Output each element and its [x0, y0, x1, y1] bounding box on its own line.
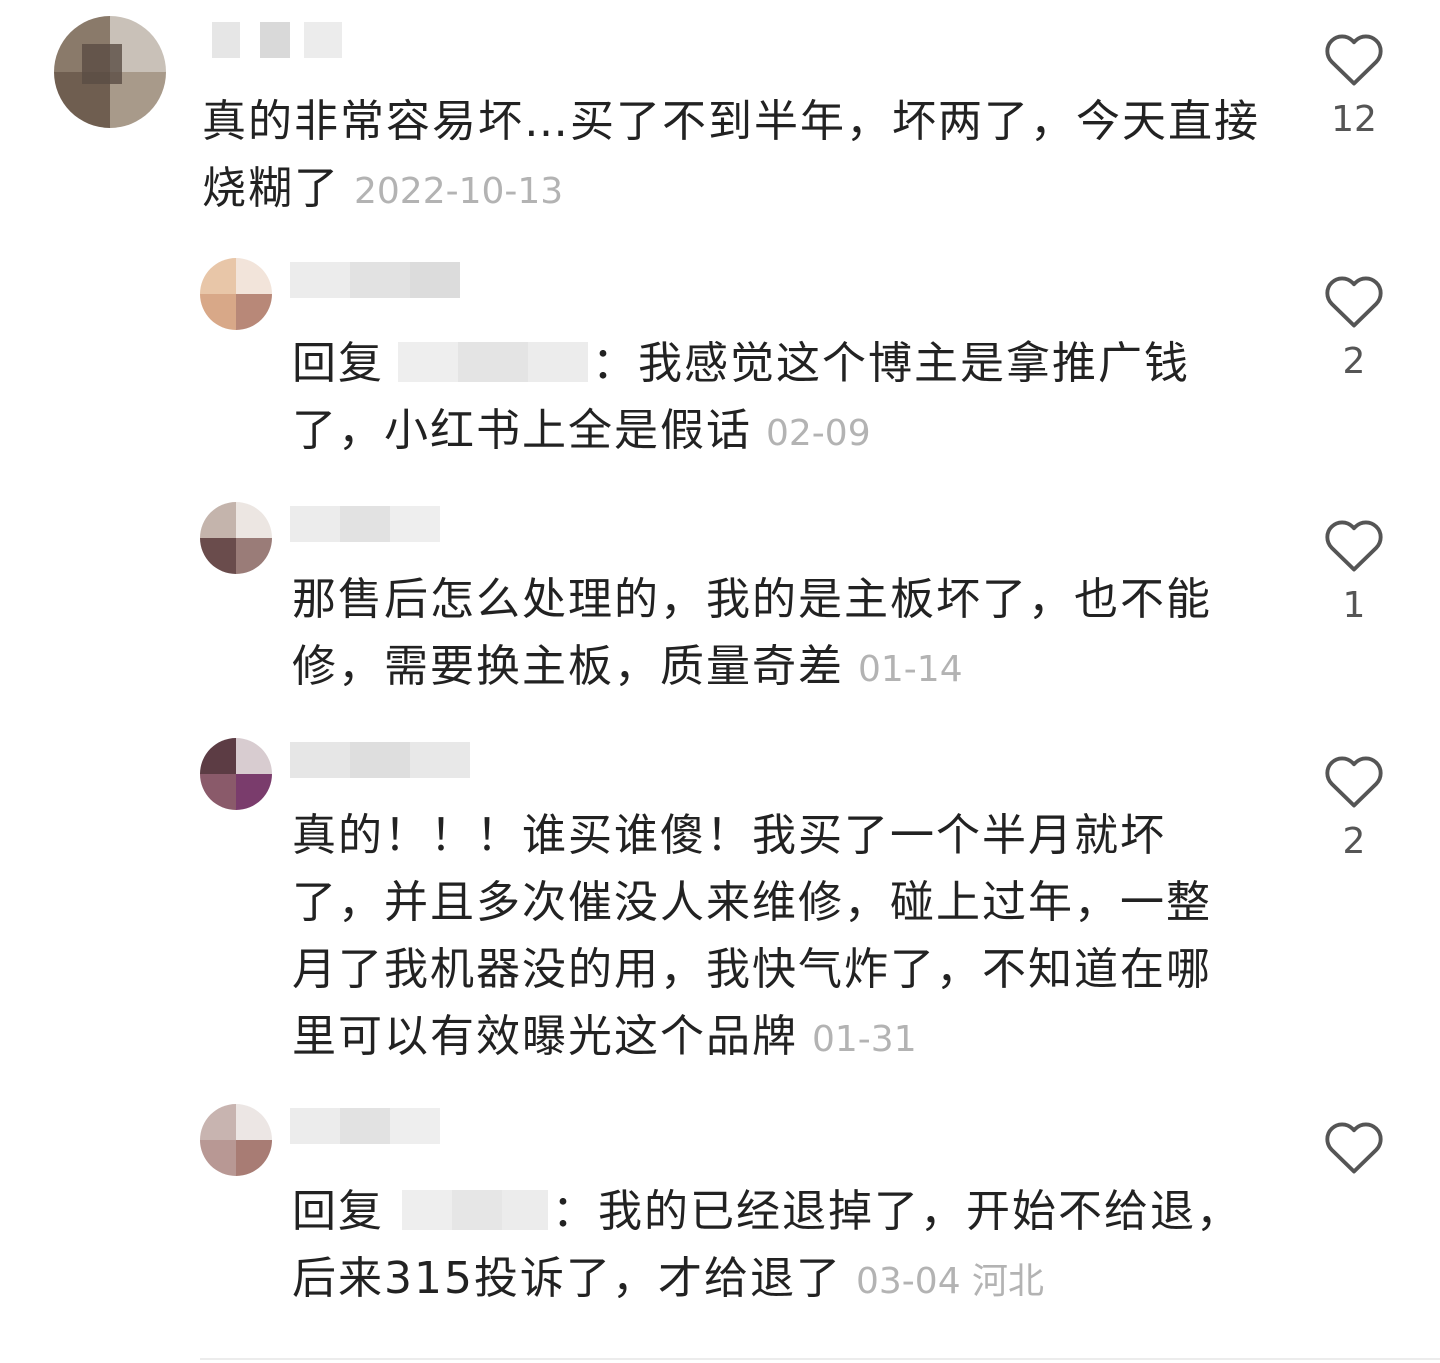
reply-prefix: 回复 — [292, 1186, 384, 1237]
comment-meta: 03-04 河北 — [856, 1261, 1044, 1302]
comment-body: 那售后怎么处理的，我的是主板坏了，也不能修，需要换主板，质量奇差 — [292, 574, 1212, 692]
like-button[interactable] — [1314, 1118, 1394, 1186]
avatar[interactable] — [200, 1104, 272, 1176]
reply-colon: ： — [592, 338, 638, 389]
reply-prefix: 回复 — [292, 338, 384, 389]
comment-text: 真的！！！谁买谁傻！我买了一个半月就坏了，并且多次催没人来维修，碰上过年，一整月… — [292, 802, 1252, 1073]
comment-item: 真的！！！谁买谁傻！我买了一个半月就坏了，并且多次催没人来维修，碰上过年，一整月… — [0, 730, 1440, 1090]
username-blurred[interactable] — [290, 262, 460, 298]
comment-text: 回复 ：我感觉这个博主是拿推广钱了，小红书上全是假话 02-09 — [292, 330, 1252, 467]
like-button[interactable]: 2 — [1314, 272, 1394, 384]
comment-date: 2022-10-13 — [354, 171, 564, 212]
comment-date: 02-09 — [766, 413, 871, 454]
like-count: 12 — [1331, 99, 1377, 140]
reply-target-blurred[interactable] — [388, 1190, 548, 1230]
comment-item: 回复 ：我的已经退掉了，开始不给退，后来315投诉了，才给退了 03-04 河北 — [0, 1096, 1440, 1336]
reply-target-blurred[interactable] — [388, 342, 588, 382]
comment-text: 真的非常容易坏…买了不到半年，坏两了，今天直接烧糊了 2022-10-13 — [202, 88, 1262, 225]
comment-text: 那售后怎么处理的，我的是主板坏了，也不能修，需要换主板，质量奇差 01-14 — [292, 566, 1252, 703]
like-button[interactable]: 1 — [1314, 516, 1394, 628]
comment-item: 那售后怎么处理的，我的是主板坏了，也不能修，需要换主板，质量奇差 01-14 1 — [0, 494, 1440, 724]
username-blurred[interactable] — [212, 22, 342, 58]
like-count: 2 — [1342, 821, 1366, 862]
comment-body: 真的！！！谁买谁傻！我买了一个半月就坏了，并且多次催没人来维修，碰上过年，一整月… — [292, 810, 1212, 1062]
divider — [200, 1358, 1440, 1360]
heart-outline-icon — [1325, 520, 1383, 572]
like-count: 1 — [1342, 585, 1366, 626]
comment-date: 01-31 — [812, 1019, 917, 1060]
like-count: 2 — [1342, 341, 1366, 382]
like-button[interactable]: 12 — [1314, 30, 1394, 142]
comment-date: 01-14 — [858, 649, 963, 690]
comment-location: 河北 — [972, 1261, 1045, 1302]
heart-outline-icon — [1325, 756, 1383, 808]
comment-date: 03-04 — [855, 1261, 961, 1302]
heart-outline-icon — [1325, 1122, 1383, 1174]
username-blurred[interactable] — [290, 506, 440, 542]
username-blurred[interactable] — [290, 742, 470, 778]
like-button[interactable]: 2 — [1314, 752, 1394, 864]
heart-outline-icon — [1325, 276, 1383, 328]
comment-item: 真的非常容易坏…买了不到半年，坏两了，今天直接烧糊了 2022-10-13 12 — [0, 0, 1440, 230]
reply-colon: ： — [552, 1186, 598, 1237]
avatar[interactable] — [200, 738, 272, 810]
comment-text: 回复 ：我的已经退掉了，开始不给退，后来315投诉了，才给退了 03-04 河北 — [292, 1178, 1252, 1315]
heart-outline-icon — [1325, 34, 1383, 86]
username-blurred[interactable] — [290, 1108, 440, 1144]
avatar[interactable] — [54, 16, 166, 128]
comment-item: 回复 ：我感觉这个博主是拿推广钱了，小红书上全是假话 02-09 2 — [0, 250, 1440, 480]
avatar[interactable] — [200, 502, 272, 574]
avatar[interactable] — [200, 258, 272, 330]
